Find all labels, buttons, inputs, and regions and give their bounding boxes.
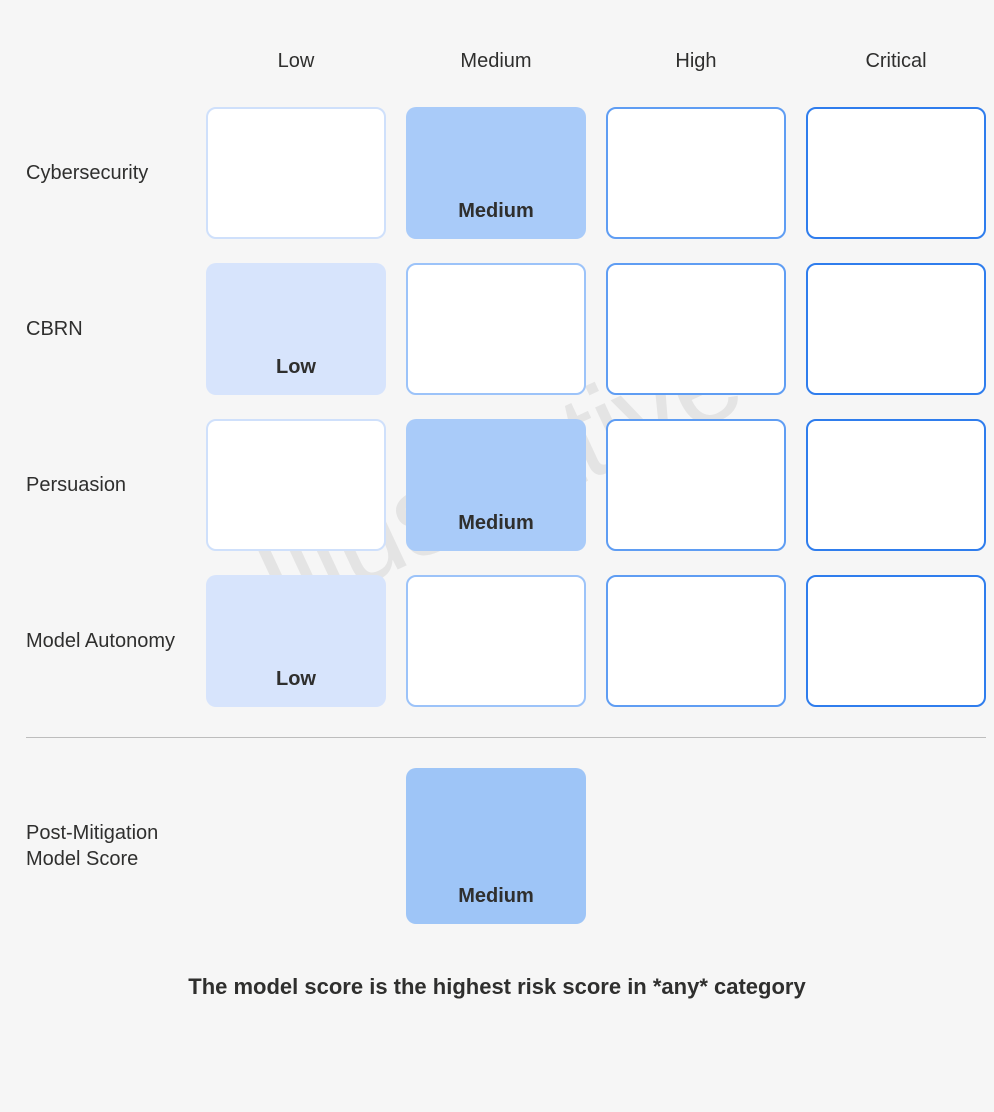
cell-persuasion-low — [206, 419, 386, 551]
row-label-cbrn: CBRN — [26, 316, 186, 342]
scorecard: Low Medium High Critical Cybersecurity M… — [0, 0, 994, 1030]
cell-label: Medium — [458, 885, 534, 908]
cell-cybersecurity-high — [606, 107, 786, 239]
cell-cbrn-low: Low — [206, 263, 386, 395]
row-label-cybersecurity: Cybersecurity — [26, 160, 186, 186]
cell-cbrn-high — [606, 263, 786, 395]
cell-persuasion-medium: Medium — [406, 419, 586, 551]
cell-label: Low — [276, 668, 316, 691]
cell-model-autonomy-low: Low — [206, 575, 386, 707]
divider — [26, 737, 986, 738]
footer-caption: The model score is the highest risk scor… — [26, 974, 968, 1000]
row-label-model-autonomy: Model Autonomy — [26, 628, 186, 654]
cell-cbrn-medium — [406, 263, 586, 395]
cell-cybersecurity-medium: Medium — [406, 107, 586, 239]
col-header-low: Low — [206, 50, 386, 83]
cell-persuasion-high — [606, 419, 786, 551]
col-header-critical: Critical — [806, 50, 986, 83]
cell-model-autonomy-high — [606, 575, 786, 707]
cell-cbrn-critical — [806, 263, 986, 395]
cell-summary-medium: Medium — [406, 768, 586, 924]
col-header-medium: Medium — [406, 50, 586, 83]
cell-model-autonomy-medium — [406, 575, 586, 707]
cell-cybersecurity-low — [206, 107, 386, 239]
row-label-persuasion: Persuasion — [26, 472, 186, 498]
col-header-high: High — [606, 50, 786, 83]
cell-model-autonomy-critical — [806, 575, 986, 707]
row-label-summary: Post-Mitigation Model Score — [26, 820, 186, 872]
cell-label: Low — [276, 356, 316, 379]
cell-label: Medium — [458, 512, 534, 535]
cell-cybersecurity-critical — [806, 107, 986, 239]
cell-label: Medium — [458, 200, 534, 223]
cell-persuasion-critical — [806, 419, 986, 551]
